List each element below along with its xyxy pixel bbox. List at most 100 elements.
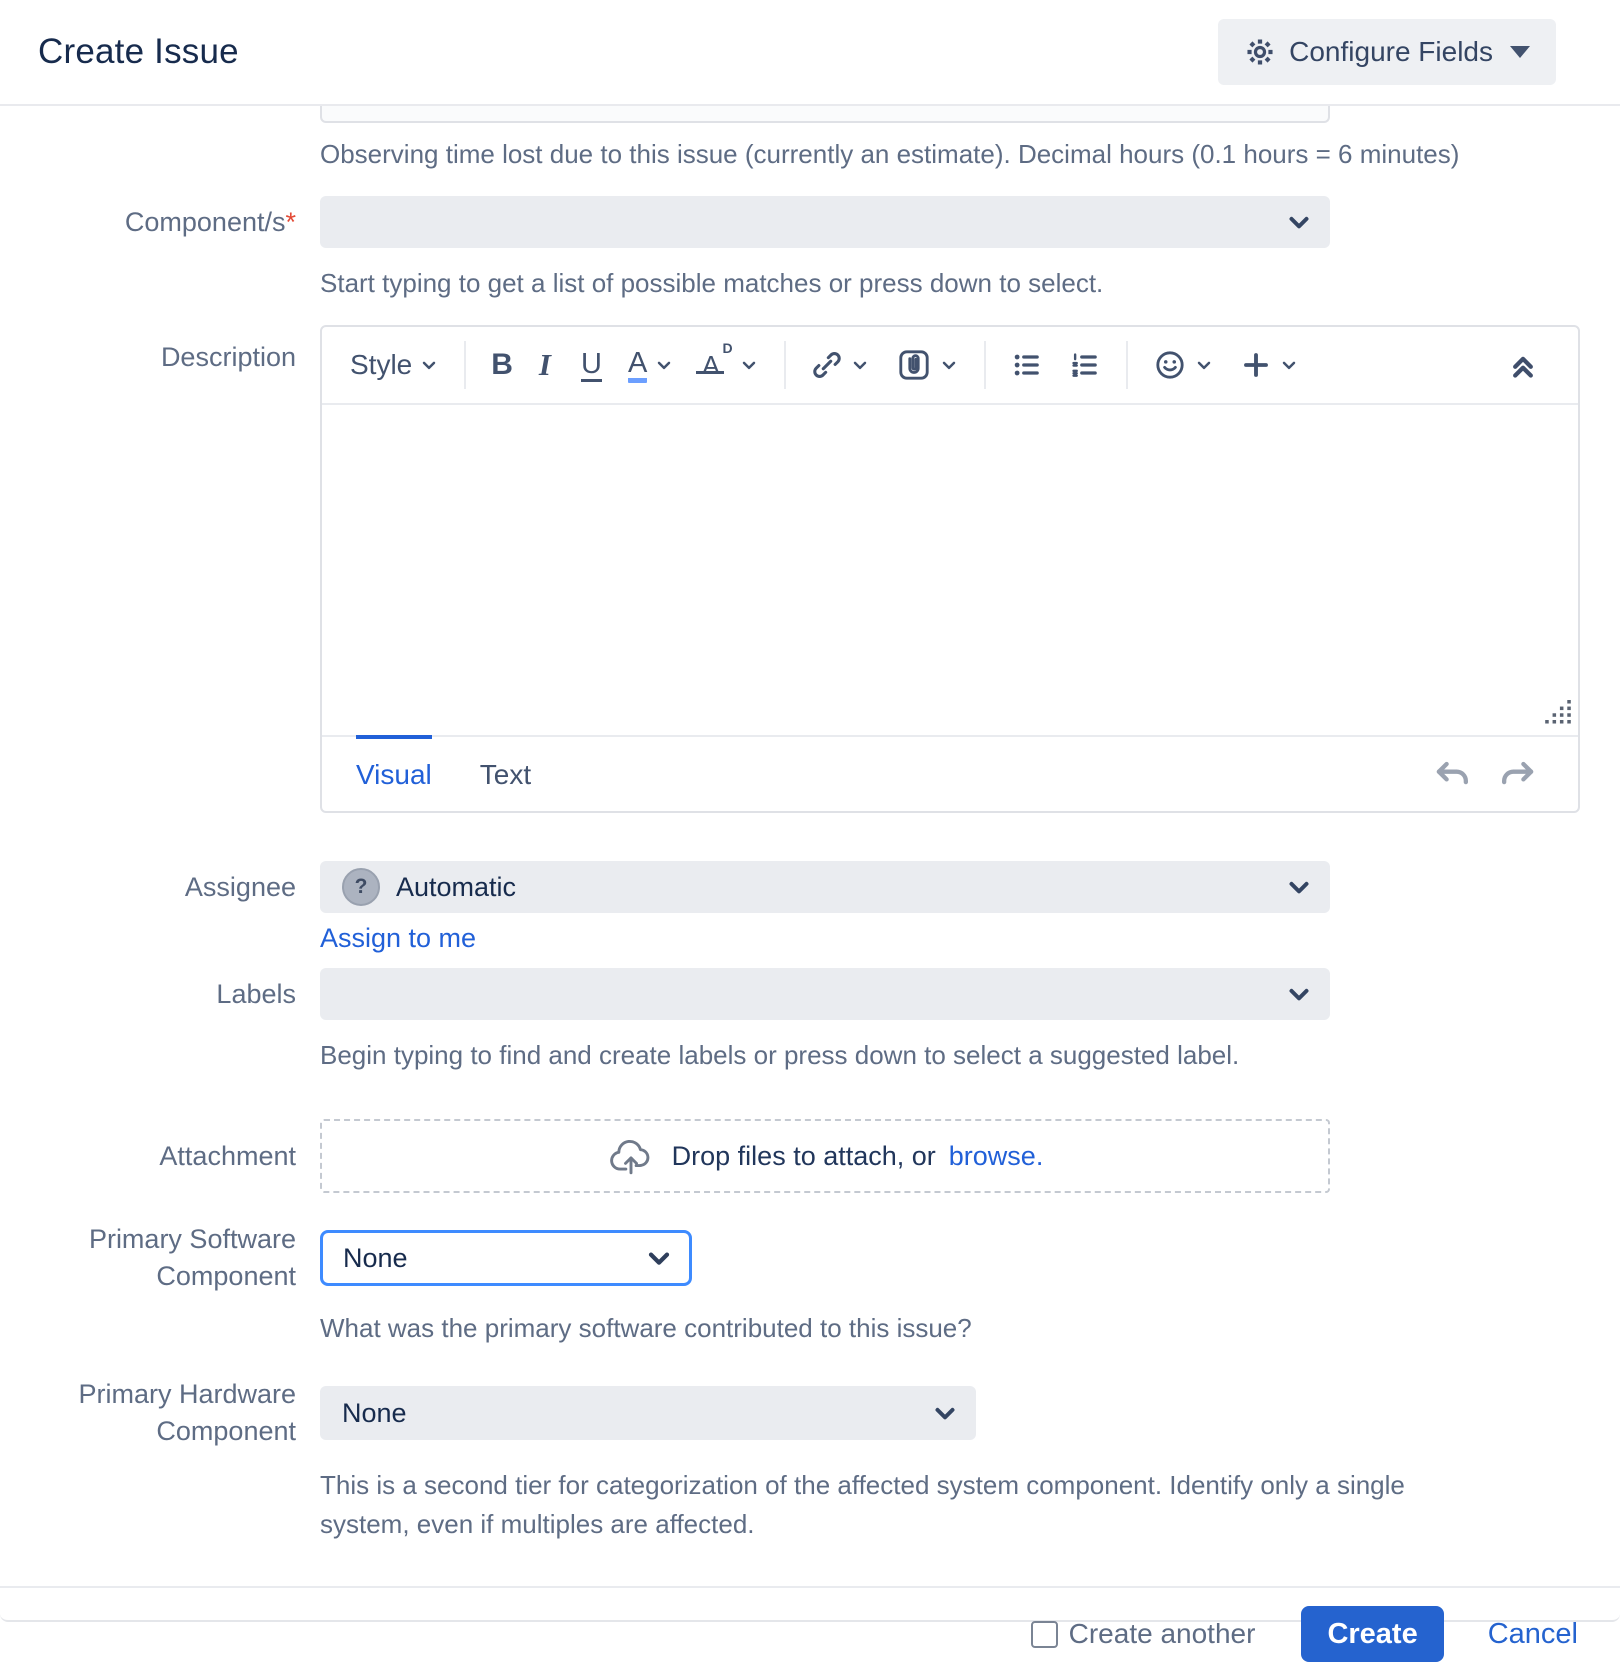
description-editor: Style B I U A — [320, 325, 1580, 813]
attach-file-button[interactable] — [896, 347, 959, 383]
description-row: Description Style B I U — [38, 325, 1620, 813]
italic-button[interactable]: I — [539, 347, 555, 383]
configure-fields-button[interactable]: Configure Fields — [1218, 19, 1556, 85]
attachment-row: Attachment Drop files to attach, or brow… — [38, 1119, 1620, 1193]
required-asterisk: * — [285, 207, 296, 237]
labels-select[interactable] — [320, 968, 1330, 1020]
caret-down-icon — [1510, 46, 1530, 58]
gear-icon — [1244, 36, 1276, 68]
primary-hardware-select[interactable]: None — [320, 1386, 976, 1440]
create-issue-dialog: Create Issue Configure Fields Observing … — [0, 0, 1620, 1622]
tab-visual[interactable]: Visual — [356, 734, 432, 811]
primary-hardware-row: Primary Hardware Component None — [38, 1376, 1620, 1450]
components-label: Component/s* — [38, 204, 296, 241]
components-help-row: Start typing to get a list of possible m… — [38, 264, 1620, 303]
editor-footer: Visual Text — [322, 735, 1578, 811]
chevron-down-icon — [419, 355, 439, 375]
paperclip-icon — [896, 347, 932, 383]
primary-software-value: None — [343, 1243, 408, 1274]
chevron-down-icon — [1284, 872, 1314, 902]
bullet-list-icon — [1011, 349, 1043, 381]
chevron-down-icon — [1279, 355, 1299, 375]
toolbar-separator — [984, 341, 986, 389]
plus-icon — [1240, 349, 1272, 381]
assignee-select[interactable]: ? Automatic — [320, 861, 1330, 913]
chevron-down-icon — [739, 355, 759, 375]
labels-row: Labels — [38, 968, 1620, 1020]
assign-to-me-link[interactable]: Assign to me — [320, 923, 476, 953]
attachment-label: Attachment — [38, 1138, 296, 1175]
time-field-row — [38, 106, 1620, 123]
primary-software-row: Primary Software Component None — [38, 1221, 1620, 1295]
cloud-upload-icon — [607, 1135, 655, 1177]
numbered-list-icon — [1069, 349, 1101, 381]
chevron-down-icon — [1284, 979, 1314, 1009]
numbered-list-button[interactable] — [1069, 349, 1101, 381]
bullet-list-button[interactable] — [1011, 349, 1043, 381]
components-select[interactable] — [320, 196, 1330, 248]
primary-software-label: Primary Software Component — [38, 1221, 296, 1295]
style-dropdown[interactable]: Style — [350, 349, 439, 381]
dialog-header: Create Issue Configure Fields — [0, 0, 1620, 104]
chevron-down-icon — [643, 1242, 675, 1274]
description-textarea[interactable] — [322, 405, 1578, 735]
chevron-down-icon — [1194, 355, 1214, 375]
toolbar-separator — [784, 341, 786, 389]
double-chevron-up-icon — [1506, 348, 1540, 382]
primary-hardware-value: None — [342, 1398, 407, 1429]
tab-text[interactable]: Text — [480, 734, 531, 811]
time-help-row: Observing time lost due to this issue (c… — [38, 135, 1620, 174]
browse-link[interactable]: browse. — [949, 1141, 1044, 1172]
primary-hardware-help-row: This is a second tier for categorization… — [38, 1466, 1620, 1544]
emoji-icon — [1153, 348, 1187, 382]
labels-label: Labels — [38, 976, 296, 1013]
primary-software-help-text: What was the primary software contribute… — [320, 1309, 1620, 1348]
chevron-down-icon — [930, 1398, 960, 1428]
drop-files-text: Drop files to attach, or — [672, 1141, 936, 1172]
editor-toolbar: Style B I U A — [322, 327, 1578, 405]
cancel-link[interactable]: Cancel — [1488, 1618, 1578, 1651]
components-help-text: Start typing to get a list of possible m… — [320, 264, 1620, 303]
labels-help-text: Begin typing to find and create labels o… — [320, 1036, 1620, 1075]
primary-hardware-help-text: This is a second tier for categorization… — [320, 1466, 1470, 1544]
primary-software-help-row: What was the primary software contribute… — [38, 1309, 1620, 1348]
assignee-label: Assignee — [38, 869, 296, 906]
toolbar-separator — [464, 341, 466, 389]
page-title: Create Issue — [38, 32, 239, 72]
create-another-checkbox[interactable] — [1031, 1621, 1058, 1648]
clear-formatting-button[interactable]: AD — [700, 350, 758, 381]
avatar: ? — [342, 868, 380, 906]
labels-help-row: Begin typing to find and create labels o… — [38, 1036, 1620, 1075]
resize-grip[interactable] — [1545, 700, 1571, 729]
insert-more-button[interactable] — [1240, 349, 1299, 381]
redo-icon[interactable] — [1498, 757, 1538, 791]
emoji-button[interactable] — [1153, 348, 1214, 382]
assignee-value: Automatic — [396, 872, 516, 903]
collapse-toolbar-button[interactable] — [1506, 348, 1540, 382]
link-icon — [811, 349, 843, 381]
components-row: Component/s* — [38, 196, 1620, 248]
dialog-footer: Create another Create Cancel — [0, 1588, 1620, 1680]
chevron-down-icon — [654, 355, 674, 375]
description-label: Description — [38, 325, 296, 376]
underline-button[interactable]: U — [581, 349, 602, 382]
toolbar-separator — [1126, 341, 1128, 389]
configure-fields-label: Configure Fields — [1289, 36, 1493, 68]
chevron-down-icon — [939, 355, 959, 375]
assign-to-me-row: Assign to me — [38, 923, 1620, 954]
time-lost-input[interactable] — [320, 106, 1330, 123]
text-color-button[interactable]: A — [628, 348, 674, 383]
link-button[interactable] — [811, 349, 870, 381]
create-button[interactable]: Create — [1301, 1606, 1443, 1662]
primary-hardware-label: Primary Hardware Component — [38, 1376, 296, 1450]
chevron-down-icon — [850, 355, 870, 375]
primary-software-select[interactable]: None — [320, 1230, 692, 1286]
chevron-down-icon — [1284, 207, 1314, 237]
create-issue-form: Observing time lost due to this issue (c… — [0, 106, 1620, 1544]
assignee-row: Assignee ? Automatic — [38, 861, 1620, 913]
time-help-text: Observing time lost due to this issue (c… — [320, 135, 1620, 174]
undo-icon[interactable] — [1432, 757, 1472, 791]
create-another-label: Create another — [1069, 1618, 1256, 1650]
attachment-dropzone[interactable]: Drop files to attach, or browse. — [320, 1119, 1330, 1193]
bold-button[interactable]: B — [491, 348, 513, 382]
